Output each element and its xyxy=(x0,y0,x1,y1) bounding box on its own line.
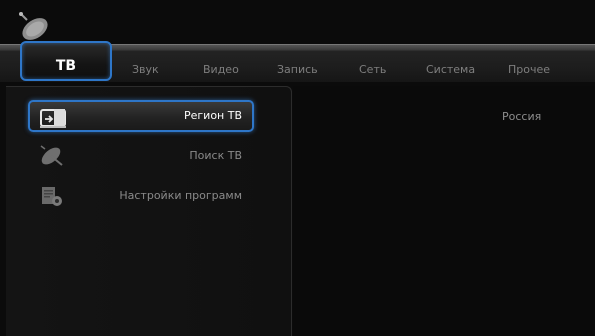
settings-value-panel xyxy=(293,86,595,336)
tab-recording[interactable]: Запись xyxy=(277,64,318,76)
tab-tv-label: ТВ xyxy=(55,58,77,74)
menu-item-label: Регион ТВ xyxy=(183,109,242,122)
satellite-logo-icon xyxy=(19,12,48,40)
menu-item-label: Поиск ТВ xyxy=(189,149,242,162)
program-settings-icon xyxy=(42,187,62,206)
tab-system[interactable]: Система xyxy=(426,64,475,76)
tv-region-icon xyxy=(40,109,66,128)
menu-item-tv-region[interactable]: Регион ТВ xyxy=(28,100,254,132)
tab-network[interactable]: Сеть xyxy=(359,64,386,76)
menu-item-program-settings[interactable]: Настройки программ xyxy=(28,180,254,212)
menu-item-label: Настройки программ xyxy=(119,189,242,202)
tab-other[interactable]: Прочее xyxy=(508,64,550,76)
tv-region-value: Россия xyxy=(502,110,542,123)
satellite-dish-icon xyxy=(40,145,63,166)
menu-item-tv-search[interactable]: Поиск ТВ xyxy=(28,140,254,172)
tab-video[interactable]: Видео xyxy=(203,64,239,76)
tab-tv[interactable]: ТВ xyxy=(20,41,112,81)
tab-sound[interactable]: Звук xyxy=(132,64,159,76)
